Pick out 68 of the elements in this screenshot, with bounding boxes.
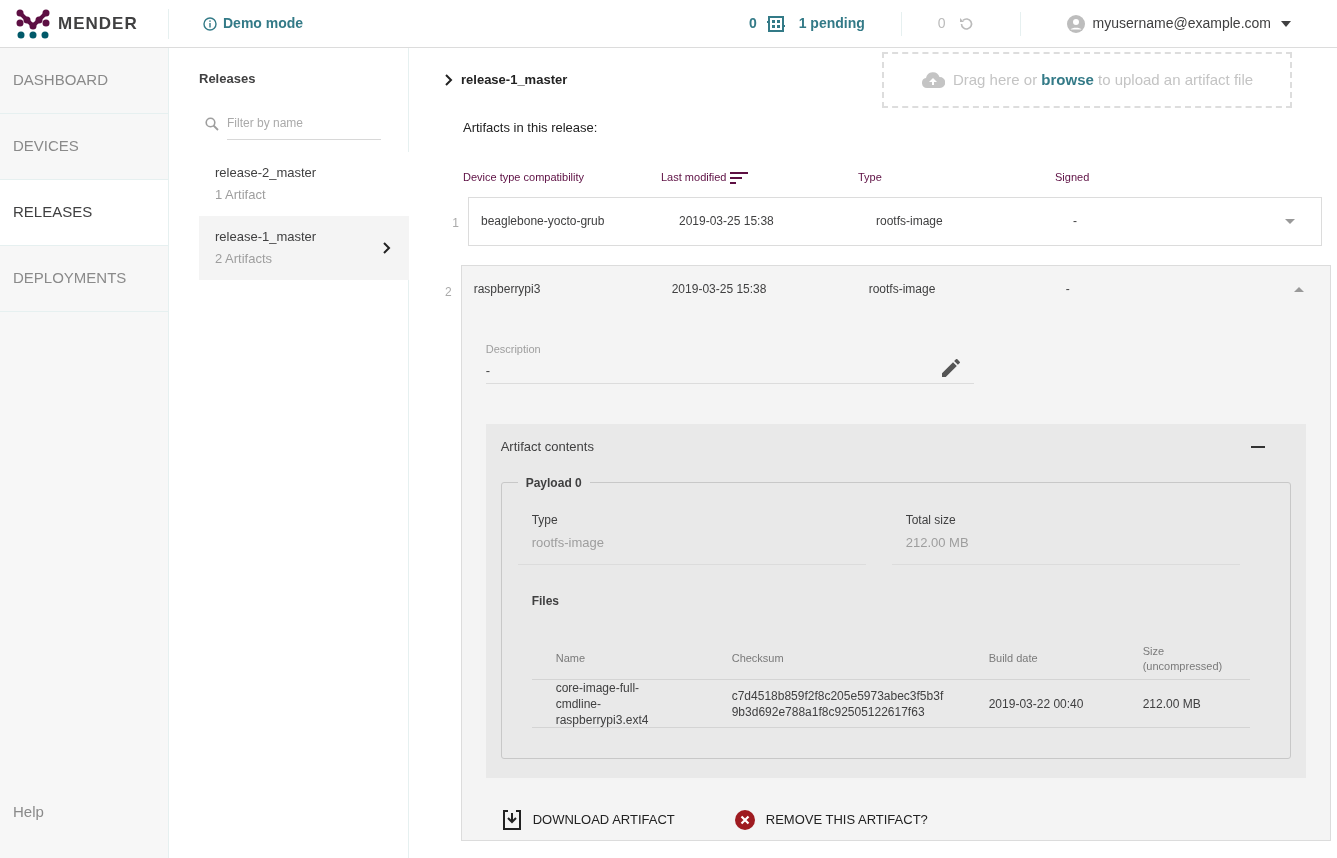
logo-text: MENDER — [58, 12, 138, 35]
column-header[interactable]: Type — [858, 169, 882, 186]
user-menu[interactable]: myusername@example.com — [1066, 13, 1291, 34]
table-cell: c7d4518b859f2f8c205e5973abec3f5b3f9b3d692e788a1f8c92505122617f63 — [731, 687, 944, 720]
remove-button[interactable]: REMOVE THIS ARTIFACT? — [734, 810, 928, 830]
pending-devices-link[interactable]: 1 pending — [798, 13, 865, 34]
browse-link[interactable]: browse — [1041, 70, 1094, 88]
table-cell-text: - — [1073, 213, 1078, 230]
release-item[interactable]: release-1_master 2 Artifacts — [199, 215, 409, 280]
upload-hint: Drag here or browse to upload an artifact file — [952, 69, 1254, 90]
nav-item[interactable]: RELEASES — [0, 180, 168, 246]
download-icon — [501, 810, 522, 830]
releases-title: Releases — [199, 70, 257, 88]
collapse-caret-icon — [1293, 286, 1304, 292]
edit-icon — [941, 358, 960, 377]
sort-icon — [730, 171, 749, 184]
field-label: Type — [531, 511, 559, 529]
artifact-count: 1 Artifact — [215, 185, 267, 204]
column-header[interactable]: Last modified — [661, 169, 727, 186]
table-cell-text: rootfs-image — [876, 213, 944, 230]
cloud-upload-icon — [920, 72, 945, 88]
table-cell-text: rootfs-image — [868, 281, 937, 298]
table-cell-text: - — [1065, 281, 1071, 298]
artifacts-label: Artifacts in this release: — [463, 119, 598, 137]
field-label: Total size — [905, 511, 957, 529]
column-header: Build date — [988, 651, 1039, 666]
table-cell-text: raspberrypi3 — [473, 281, 542, 298]
demo-mode-label: Demo mode — [223, 14, 304, 33]
files-title: Files — [531, 593, 560, 610]
column-header: Size (uncompressed) — [1142, 643, 1224, 674]
upload-dropzone[interactable]: Drag here or browse to upload an artifact file — [882, 52, 1292, 108]
release-name: release-2_master — [215, 164, 318, 182]
search-icon — [205, 116, 219, 131]
artifact-count: 2 Artifacts — [215, 249, 274, 268]
info-icon — [203, 16, 217, 31]
table-cell-text: 2019-03-25 15:38 — [679, 213, 775, 230]
description-field[interactable]: Description - — [485, 340, 974, 384]
release-title: release-1_master — [461, 71, 568, 89]
field-label: Description — [485, 341, 542, 357]
filter-field[interactable]: Filter by name — [227, 107, 381, 140]
device-icon — [766, 15, 785, 32]
device-count[interactable]: 0 — [748, 13, 757, 34]
field-value: - — [485, 362, 492, 380]
field-value: rootfs-image — [531, 533, 605, 552]
table-cell-text: core-image-full-cmdline-raspberrypi3.ext4 — [555, 679, 650, 728]
table-cell-text: 2019-03-25 15:38 — [671, 281, 768, 298]
column-header[interactable]: Device type compatibility — [463, 169, 585, 186]
column-header: Checksum — [731, 651, 785, 666]
logo-icon — [16, 8, 50, 39]
row-number: 2 — [445, 283, 452, 301]
close-circle-icon — [734, 810, 755, 830]
table-cell-text: beaglebone-yocto-grub — [481, 213, 606, 230]
caret-icon — [1281, 20, 1291, 27]
table-cell-text: 212.00 MB — [1142, 695, 1202, 712]
table-cell-text: 2019-03-22 00:40 — [988, 695, 1085, 712]
chevron-right-icon — [383, 241, 391, 254]
expand-caret-icon — [1285, 218, 1295, 224]
download-button[interactable]: DOWNLOAD ARTIFACT — [501, 810, 675, 830]
chevron-right-icon — [445, 73, 453, 86]
release-name: release-1_master — [215, 228, 318, 246]
field-value: 212.00 MB — [905, 533, 970, 552]
column-header: Name — [555, 651, 587, 666]
avatar-icon — [1066, 14, 1085, 33]
artifact-row[interactable]: beaglebone-yocto-grub 2019-03-25 15:38 rootfs-image - — [468, 196, 1322, 246]
column-header[interactable]: Signed — [1055, 169, 1090, 186]
refresh-icon — [957, 15, 974, 32]
section-title: Artifact contents — [500, 438, 594, 457]
row-number: 1 — [451, 214, 459, 232]
